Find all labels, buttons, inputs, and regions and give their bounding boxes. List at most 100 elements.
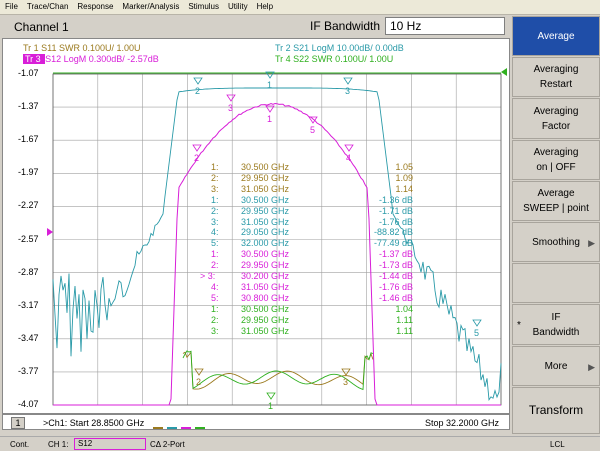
softkey-blank <box>512 263 600 303</box>
trace-header-2[interactable]: Tr 2 S21 LogM 10.00dB/ 0.00dB <box>275 43 404 53</box>
softkey-average-sweep-point[interactable]: Average SWEEP | point <box>512 181 600 221</box>
softkey-average[interactable]: Average <box>512 16 600 56</box>
marker-number: 4: <box>211 227 219 238</box>
softkey-averaging-factor[interactable]: Averaging Factor <box>512 98 600 139</box>
status-param: S12 <box>74 438 146 450</box>
softkey-panel: Average Averaging Restart Averaging Factor Av… <box>512 16 600 434</box>
sweep-range-bar: 1 >Ch1: Start 28.8500 GHz Stop 32.2000 G… <box>2 414 510 430</box>
reference-marker-right <box>501 68 507 76</box>
status-lcl: LCL <box>550 440 565 449</box>
menu-response[interactable]: Response <box>72 0 117 11</box>
marker-frequency: 30.200 GHz <box>241 271 290 281</box>
marker-label: 3 <box>345 86 350 96</box>
menu-stimulus[interactable]: Stimulus <box>183 0 223 11</box>
reference-marker-left <box>47 228 53 236</box>
marker-label: 1 <box>267 114 272 124</box>
status-port: CΔ 2-Port <box>150 440 185 449</box>
marker-number: 2: <box>211 260 219 271</box>
softkey-label: Transform <box>528 403 584 417</box>
stop-frequency: Stop 32.2000 GHz <box>424 418 499 428</box>
marker-number: 1: <box>211 194 219 205</box>
marker-value: 1.05 <box>395 162 413 172</box>
trace-header-4[interactable]: Tr 4 S22 SWR 0.100U/ 1.00U <box>275 54 393 64</box>
marker-frequency: 29.950 GHz <box>241 205 290 216</box>
menu-marker-analysis[interactable]: Marker/Analysis <box>117 0 183 11</box>
y-tick-label: -2.27 <box>18 200 39 211</box>
marker-frequency: 30.500 GHz <box>241 249 290 260</box>
menu-help[interactable]: Help <box>252 0 277 11</box>
softkey-label: Averaging <box>533 64 579 75</box>
marker-number: 3: <box>211 216 219 227</box>
marker-frequency: 29.050 GHz <box>241 227 290 238</box>
trace-header-3[interactable]: Tr 3 S12 LogM 0.300dB/ -2.57dB <box>23 54 159 64</box>
marker-value: -1.76 dB <box>378 216 413 227</box>
softkey-transform[interactable]: Transform <box>512 387 600 434</box>
marker-label: 1 <box>268 401 273 411</box>
submenu-arrow-icon: ▶ <box>588 238 595 248</box>
softkey-label: Averaging <box>533 105 579 117</box>
marker-label: 2 <box>194 153 199 163</box>
marker-frequency: 30.800 GHz <box>241 292 290 303</box>
marker-value: -1.44 dB <box>378 271 413 281</box>
marker-label: 5 <box>310 125 315 135</box>
menu-utility[interactable]: Utility <box>223 0 252 11</box>
marker-frequency: 30.500 GHz <box>241 303 290 314</box>
y-tick-label: -1.07 <box>18 68 39 78</box>
trace-header-1[interactable]: Tr 1 S11 SWR 0.100U/ 1.00U <box>23 43 141 53</box>
marker-value: 1.11 <box>396 314 413 325</box>
if-bandwidth-label: IF Bandwidth <box>310 19 381 33</box>
marker-frequency: 31.050 GHz <box>241 183 290 194</box>
marker-value: 1.14 <box>395 183 413 194</box>
menu-trace-chan[interactable]: Trace/Chan <box>22 0 73 11</box>
marker-frequency: 29.950 GHz <box>241 314 290 325</box>
marker-number: 2: <box>211 172 219 183</box>
marker-value: -77.49 dB <box>373 238 413 249</box>
y-tick-label: -1.37 <box>18 101 39 112</box>
marker-value: 1.04 <box>395 303 413 314</box>
legend-line <box>153 427 163 429</box>
softkey-smoothing[interactable]: Smoothing ▶ <box>512 222 600 262</box>
marker-number: 1: <box>211 249 219 260</box>
marker-frequency: 29.950 GHz <box>241 260 290 271</box>
marker-label: 1 <box>267 80 272 90</box>
marker-value: -1.36 dB <box>378 194 413 205</box>
selected-star-icon: * <box>517 319 521 331</box>
marker-value: -1.46 dB <box>378 292 413 303</box>
softkey-label: Average <box>537 30 575 42</box>
marker-value: 1.09 <box>395 172 413 183</box>
softkey-averaging-restart[interactable]: Averaging Restart <box>512 57 600 97</box>
softkey-label: SWEEP | point <box>523 203 589 214</box>
marker-number: 1: <box>211 162 219 172</box>
status-bar: Cont. CH 1: S12 CΔ 2-Port LCL <box>0 436 600 451</box>
channel-title: Channel 1 <box>14 20 69 34</box>
softkey-averaging-on-off[interactable]: Averaging on | OFF <box>512 140 600 180</box>
marker-triangle <box>192 144 202 152</box>
y-tick-label: -3.77 <box>18 365 39 376</box>
marker-number: 5: <box>211 238 219 249</box>
softkey-label: Averaging <box>533 147 579 158</box>
marker-frequency: 31.050 GHz <box>241 216 290 227</box>
marker-label: 3 <box>228 103 233 113</box>
top-bar: Channel 1 IF Bandwidth 10 Hz <box>0 15 510 38</box>
marker-triangle <box>193 77 203 85</box>
menu-file[interactable]: File <box>0 0 22 11</box>
softkey-more[interactable]: More ▶ <box>512 346 600 386</box>
marker-frequency: 29.950 GHz <box>241 172 290 183</box>
marker-label: 3 <box>343 377 348 387</box>
marker-label: 2 <box>195 86 200 96</box>
marker-triangle <box>472 319 482 327</box>
channel-number[interactable]: 1 <box>11 417 25 429</box>
if-bandwidth-input[interactable]: 10 Hz <box>385 17 505 35</box>
marker-value: -1.37 dB <box>378 249 413 260</box>
marker-value: -88.82 dB <box>373 227 413 238</box>
menu-bar: File Trace/Chan Response Marker/Analysis Sti… <box>0 0 600 15</box>
marker-triangle <box>226 94 236 102</box>
y-tick-label: -3.17 <box>18 299 39 310</box>
softkey-if-bandwidth[interactable]: IF Bandwidth * <box>512 304 600 345</box>
y-tick-label: -1.97 <box>18 167 39 178</box>
y-tick-label: -2.87 <box>18 266 39 277</box>
marker-frequency: 31.050 GHz <box>241 325 290 336</box>
softkey-label: IF <box>551 311 561 323</box>
plot-area[interactable]: 213315245231 -1.07 -1.37 -1.67 -1.97 -2.27 -2… <box>2 38 510 414</box>
marker-label: 5 <box>474 328 479 338</box>
